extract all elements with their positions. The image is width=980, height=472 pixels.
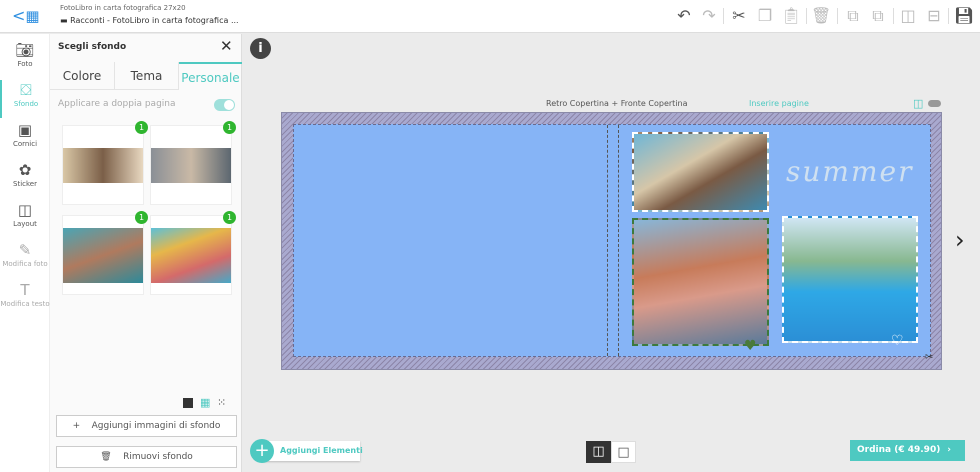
order-button[interactable]: Ordina (€ 49.90)› [850,440,965,461]
divider [948,8,949,24]
photo-slot[interactable] [632,132,769,212]
divider [723,8,724,24]
spine-line [607,125,608,356]
usage-badge: 1 [223,121,236,134]
left-rail: 📷︎Foto ⛋Sfondo ▣Cornici ✿Sticker ◫Layout… [0,34,50,472]
rail-item-sfondo[interactable]: ⛋Sfondo [0,80,50,118]
background-panel: Scegli sfondo ✕ Colore Tema Personale Ap… [50,34,242,472]
scissors-icon[interactable]: ✂ [729,6,749,26]
paint-bucket-icon: ⛋ [2,80,50,100]
paste-icon[interactable]: 📋︎ [781,6,801,26]
frame-icon: ▣ [0,120,50,140]
usage-badge: 1 [135,121,148,134]
background-thumbnail[interactable]: 1 [150,125,232,205]
trash-icon: 🗑︎ [100,452,123,462]
text-icon: T [0,280,50,300]
project-folder[interactable]: ▬ Racconti - FotoLibro in carta fotograf… [60,16,239,25]
flower-icon: ✿ [0,160,50,180]
tab-colore[interactable]: Colore [50,62,115,90]
copy-icon[interactable]: ❐ [755,6,775,26]
single-page-view-button[interactable]: □ [611,441,636,463]
view-large-icon[interactable] [183,398,193,408]
heart-sticker[interactable]: ♡ [891,333,904,349]
camera-icon: 📷︎ [0,40,50,60]
flip-vertical-icon[interactable]: ⊟ [924,6,944,26]
view-medium-icon[interactable]: ▦ [200,397,210,408]
undo-icon[interactable]: ↶ [674,6,694,26]
panel-title: Scegli sfondo [58,42,126,52]
scissors-icon: ✂ [925,352,933,363]
rail-item-sticker[interactable]: ✿Sticker [0,160,50,198]
top-bar: <▦ FotoLibro in carta fotografica 27x20 … [0,0,980,33]
spread-label: Retro Copertina + Fronte Copertina [546,99,688,108]
view-toggle[interactable] [928,100,941,107]
cover-page-area[interactable]: summer ♥ ♡ [293,124,931,357]
spread-view-button[interactable]: ◫ [586,441,611,463]
close-icon[interactable]: ✕ [220,37,233,55]
pencil-icon: ✎ [0,240,50,260]
rail-item-modifica-foto[interactable]: ✎Modifica foto [0,240,50,278]
info-icon[interactable]: i [250,38,271,59]
photobook-spread: summer ♥ ♡ ✂ [281,112,942,370]
photo-slot[interactable] [782,216,918,343]
view-small-icon[interactable]: ⁙ [217,397,226,408]
divider [806,8,807,24]
rail-item-cornici[interactable]: ▣Cornici [0,120,50,158]
next-page-arrow[interactable]: › [955,226,965,254]
usage-badge: 1 [135,211,148,224]
redo-icon[interactable]: ↷ [699,6,719,26]
trash-icon[interactable]: 🗑︎ [811,6,831,26]
heart-sticker[interactable]: ♥ [744,338,757,354]
spine-line [618,125,619,356]
layout-icon: ◫ [0,200,50,220]
double-page-label: Applicare a doppia pagina [58,99,176,109]
double-page-toggle[interactable] [214,99,235,111]
folder-icon: ▬ [60,16,70,25]
usage-badge: 1 [223,211,236,224]
bring-front-icon[interactable]: ⧉ [843,6,863,26]
insert-pages-link[interactable]: Inserire pagine [749,99,809,108]
background-thumbnail[interactable]: 1 [62,125,144,205]
flip-horizontal-icon[interactable]: ◫ [898,6,918,26]
product-name: FotoLibro in carta fotografica 27x20 [60,4,186,12]
plus-icon: + [73,421,92,431]
divider [893,8,894,24]
summer-text[interactable]: summer [786,155,913,188]
tab-personale[interactable]: Personale [179,62,242,90]
layout-view-icon[interactable]: ◫ [913,97,923,110]
remove-background-button[interactable]: 🗑︎ Rimuovi sfondo [56,446,237,468]
background-thumbnail[interactable]: 1 [62,215,144,295]
tab-tema[interactable]: Tema [115,62,179,90]
photo-slot[interactable] [632,218,769,346]
rail-item-layout[interactable]: ◫Layout [0,200,50,238]
plus-icon: + [250,439,274,463]
back-grid-button[interactable]: <▦ [12,7,40,25]
send-back-icon[interactable]: ⧉ [868,6,888,26]
save-icon[interactable]: 💾︎ [954,6,974,26]
rail-item-foto[interactable]: 📷︎Foto [0,40,50,78]
rail-item-modifica-testo[interactable]: TModifica testo [0,280,50,318]
divider [837,8,838,24]
background-thumbnail[interactable]: 1 [150,215,232,295]
chevron-right-icon: › [947,440,951,461]
add-background-images-button[interactable]: + Aggiungi immagini di sfondo [56,415,237,437]
